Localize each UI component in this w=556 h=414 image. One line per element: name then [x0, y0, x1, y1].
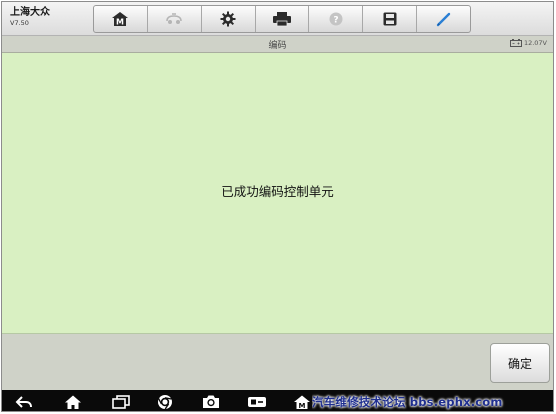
browser-icon	[158, 394, 172, 409]
save-button[interactable]	[363, 6, 418, 32]
action-bar: 确定	[2, 334, 553, 390]
printer-icon	[273, 12, 291, 27]
settings-button[interactable]	[202, 6, 256, 32]
home-button[interactable]: M	[94, 6, 148, 32]
edit-button[interactable]	[417, 6, 470, 32]
content-panel: 已成功编码控制单元	[2, 53, 553, 334]
gear-icon	[220, 11, 236, 27]
svg-text:?: ?	[333, 15, 338, 25]
version-label: V7.50	[10, 19, 29, 27]
app-window: 上海大众 V7.50 M ? 编码 12.07V 已成功编码控制单元 确定 M …	[1, 1, 554, 412]
vci-icon: M	[294, 395, 310, 409]
recent-apps-icon	[112, 394, 130, 409]
ok-button[interactable]: 确定	[490, 343, 550, 383]
nav-switch-button[interactable]	[247, 393, 267, 410]
pen-icon	[436, 12, 450, 27]
svg-text:M: M	[116, 18, 124, 27]
battery-voltage: 12.07V	[523, 39, 547, 47]
battery-icon	[509, 39, 522, 47]
back-icon	[15, 395, 32, 408]
print-button[interactable]	[256, 6, 310, 32]
help-icon: ?	[329, 12, 343, 26]
switch-icon	[248, 396, 266, 407]
nav-recent-button[interactable]	[111, 393, 131, 410]
screen-title: 编码	[268, 41, 287, 51]
save-icon	[383, 12, 397, 26]
home-m-icon: M	[112, 12, 129, 27]
battery-status: 12.07V	[509, 39, 547, 47]
nav-back-button[interactable]	[14, 393, 34, 410]
brand: 上海大众 V7.50	[10, 7, 50, 28]
nav-browser-button[interactable]	[155, 393, 175, 410]
home-icon	[65, 395, 81, 409]
nav-vci-button[interactable]: M	[292, 393, 312, 410]
nav-home-button[interactable]	[63, 393, 83, 410]
status-message: 已成功编码控制单元	[221, 184, 334, 199]
top-header: 上海大众 V7.50 M ?	[2, 2, 553, 36]
nav-camera-button[interactable]	[201, 393, 221, 410]
vehicle-swap-button[interactable]	[148, 6, 202, 32]
watermark-text: 汽车维修技术论坛 bbs.ephx.com	[312, 394, 503, 409]
vehicle-swap-icon	[166, 13, 183, 24]
toolbar: M ?	[93, 5, 471, 33]
brand-name: 上海大众	[10, 7, 50, 18]
help-button[interactable]: ?	[309, 6, 364, 32]
camera-icon	[203, 395, 219, 408]
svg-text:M: M	[299, 401, 306, 409]
sub-header: 编码 12.07V	[2, 36, 553, 53]
